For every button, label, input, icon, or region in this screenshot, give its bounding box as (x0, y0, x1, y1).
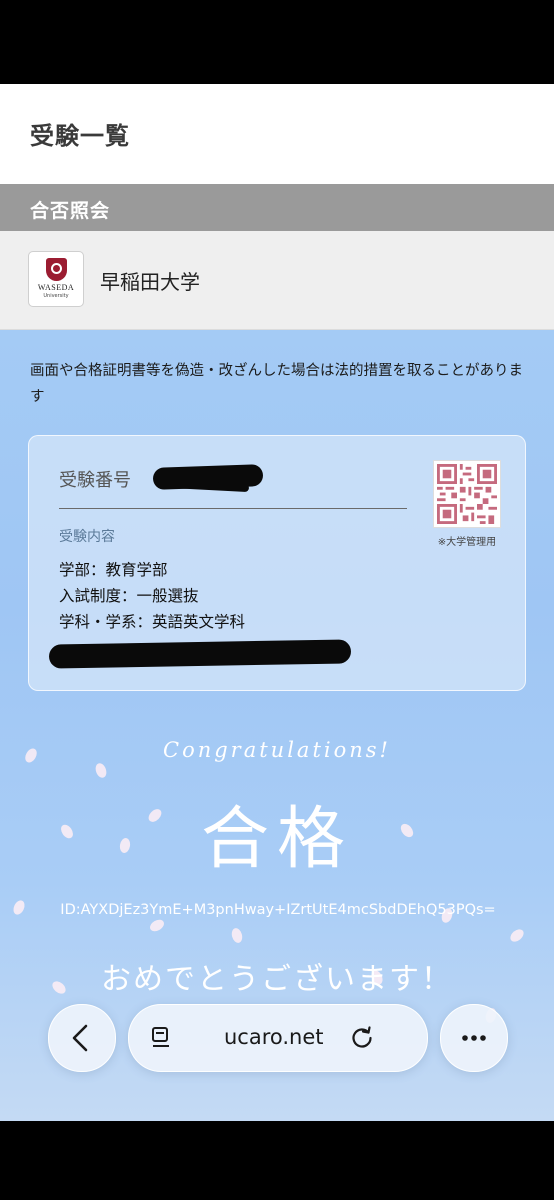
department-value: 学科・学系：英語英文学科 (59, 613, 246, 631)
legal-notice: 画面や合格証明書等を偽造・改ざんした場合は法的措置を取ることがあります (30, 363, 523, 405)
reader-mode-icon[interactable] (151, 1026, 173, 1050)
exam-card: 受験番号 ※大学管理用 受験内容 学部：教育学部 入試制度：一般選抜 学科・学系… (28, 435, 526, 691)
page-title: 受験一覧 (30, 122, 130, 150)
result-panel: 画面や合格証明書等を偽造・改ざんした場合は法的措置を取ることがあります 受験番号 (0, 330, 554, 1121)
congratulations-message: おめでとうございます！ (101, 962, 453, 997)
congratulations-text: Congratulations! (163, 738, 391, 762)
home-indicator-area (0, 1121, 554, 1200)
qr-caption: ※大学管理用 (437, 537, 497, 548)
page-header: 受験一覧 (0, 84, 554, 185)
logo-text: WASEDA (37, 283, 75, 292)
exam-number-underline (59, 508, 407, 509)
pass-status: 合格 (200, 800, 353, 879)
section-bar: 合否照会 (0, 184, 554, 231)
faculty-value: 学部：教育学部 (59, 561, 168, 579)
waseda-logo: WASEDA University (28, 251, 84, 307)
back-button[interactable] (48, 1004, 116, 1072)
admission-system-value: 入試制度：一般選抜 (59, 587, 199, 605)
section-title: 合否照会 (30, 200, 111, 222)
status-bar (0, 0, 554, 84)
exam-details-heading: 受験内容 (59, 529, 115, 545)
chevron-left-icon (72, 1024, 88, 1052)
exam-number-label: 受験番号 (59, 470, 131, 491)
redaction-name (48, 639, 352, 669)
app-view: 受験一覧 合否照会 WASEDA University 早稲田大学 画面や合格証… (0, 84, 554, 1121)
waseda-crest-icon (46, 258, 67, 281)
result-id: ID:AYXDjEz3YmE+M3pnHway+IZrtUtE4mcSbdDEh… (60, 902, 496, 918)
reload-icon[interactable] (349, 1025, 375, 1051)
url-text[interactable]: ucaro.net (224, 1025, 324, 1049)
university-name: 早稲田大学 (100, 270, 200, 294)
more-button[interactable] (440, 1004, 508, 1072)
qr-code-icon (437, 464, 497, 524)
more-dots-icon (462, 1035, 486, 1041)
university-row: WASEDA University 早稲田大学 (0, 231, 554, 330)
logo-subtext: University (43, 293, 69, 299)
address-bar[interactable]: ucaro.net (128, 1004, 428, 1072)
qr-code (433, 460, 501, 528)
